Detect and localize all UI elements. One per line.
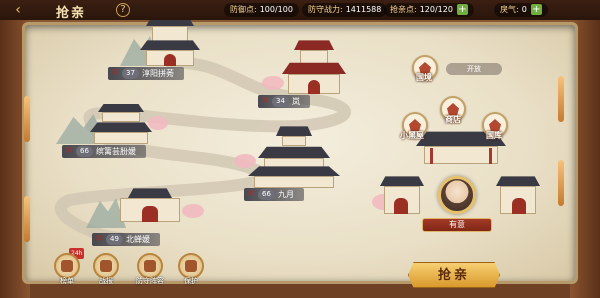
dark-room-label: 小黑屋 xyxy=(400,131,424,140)
ranking-label: 榜单 xyxy=(60,277,74,285)
help-button[interactable]: ? xyxy=(116,3,130,17)
swords-icon: ✕ xyxy=(111,68,119,78)
battle-report-label: 战报 xyxy=(99,277,113,285)
top-bar: ‹ 抢亲 ? 防御点: 100/100 防守战力: 1411588 抢亲点: 120/… xyxy=(0,0,600,21)
location-tag-4[interactable]: ✕ 66 九月 xyxy=(244,188,304,201)
owner-name: 有意 xyxy=(422,218,492,232)
building-2[interactable] xyxy=(262,36,362,100)
hostility: 戾气: 0 + xyxy=(494,3,548,17)
location-name: 缤篱芸朌媛 xyxy=(96,147,136,156)
swords-icon: ✕ xyxy=(261,96,269,106)
treasury-label: 国库 xyxy=(486,131,502,140)
location-tag-5[interactable]: ✕ 49 北蝉媛 xyxy=(92,233,160,246)
protect-label: 保护 xyxy=(184,277,198,285)
location-name: 淳阳拼莠 xyxy=(142,69,174,78)
page-title: 抢亲 xyxy=(56,6,87,21)
game-screen: ✕ 37 淳阳拼莠 ✕ 34 岚 ✕ 66 缤篱芸朌媛 ✕ 66 九月 ✕ 49… xyxy=(0,0,600,298)
ranking-icon xyxy=(61,260,73,272)
add-grab-points-button[interactable]: + xyxy=(456,4,468,15)
location-name: 岚 xyxy=(292,97,300,106)
swords-icon: ✕ xyxy=(247,189,255,199)
swords-icon: ✕ xyxy=(65,146,73,156)
defense-power: 防守战力: 1411588 xyxy=(302,3,388,17)
location-level: 66 xyxy=(258,189,275,200)
owner-avatar[interactable] xyxy=(438,176,476,214)
add-hostility-button[interactable]: + xyxy=(530,4,542,15)
building-3[interactable] xyxy=(56,96,176,146)
defense-points: 防御点: 100/100 xyxy=(224,3,299,17)
location-tag-2[interactable]: ✕ 34 岚 xyxy=(258,95,310,108)
defense-lineup-label: 防守阵容 xyxy=(136,277,164,285)
location-level: 37 xyxy=(122,68,139,79)
open-status: 开放 xyxy=(446,63,502,75)
grab-points: 抢亲点: 120/120 + xyxy=(384,3,474,17)
location-level: 34 xyxy=(272,96,289,107)
grab-bride-button[interactable]: 抢亲 xyxy=(408,262,500,288)
back-button[interactable]: ‹ xyxy=(4,2,32,18)
defense-lineup-icon xyxy=(144,260,156,272)
building-5[interactable] xyxy=(86,184,206,234)
location-tag-3[interactable]: ✕ 66 缤篱芸朌媛 xyxy=(62,145,146,158)
shield-icon xyxy=(185,260,197,272)
location-tag-1[interactable]: ✕ 37 淳阳拼莠 xyxy=(108,67,184,80)
location-name: 九月 xyxy=(278,190,294,199)
location-level: 49 xyxy=(106,234,123,245)
location-level: 66 xyxy=(76,146,93,157)
shop-label: 商店 xyxy=(445,115,461,124)
battle-report-icon xyxy=(100,260,112,272)
location-name: 北蝉媛 xyxy=(126,235,150,244)
building-4[interactable] xyxy=(234,124,354,188)
swords-icon: ✕ xyxy=(95,234,103,244)
border-label: 国境 xyxy=(416,73,432,82)
